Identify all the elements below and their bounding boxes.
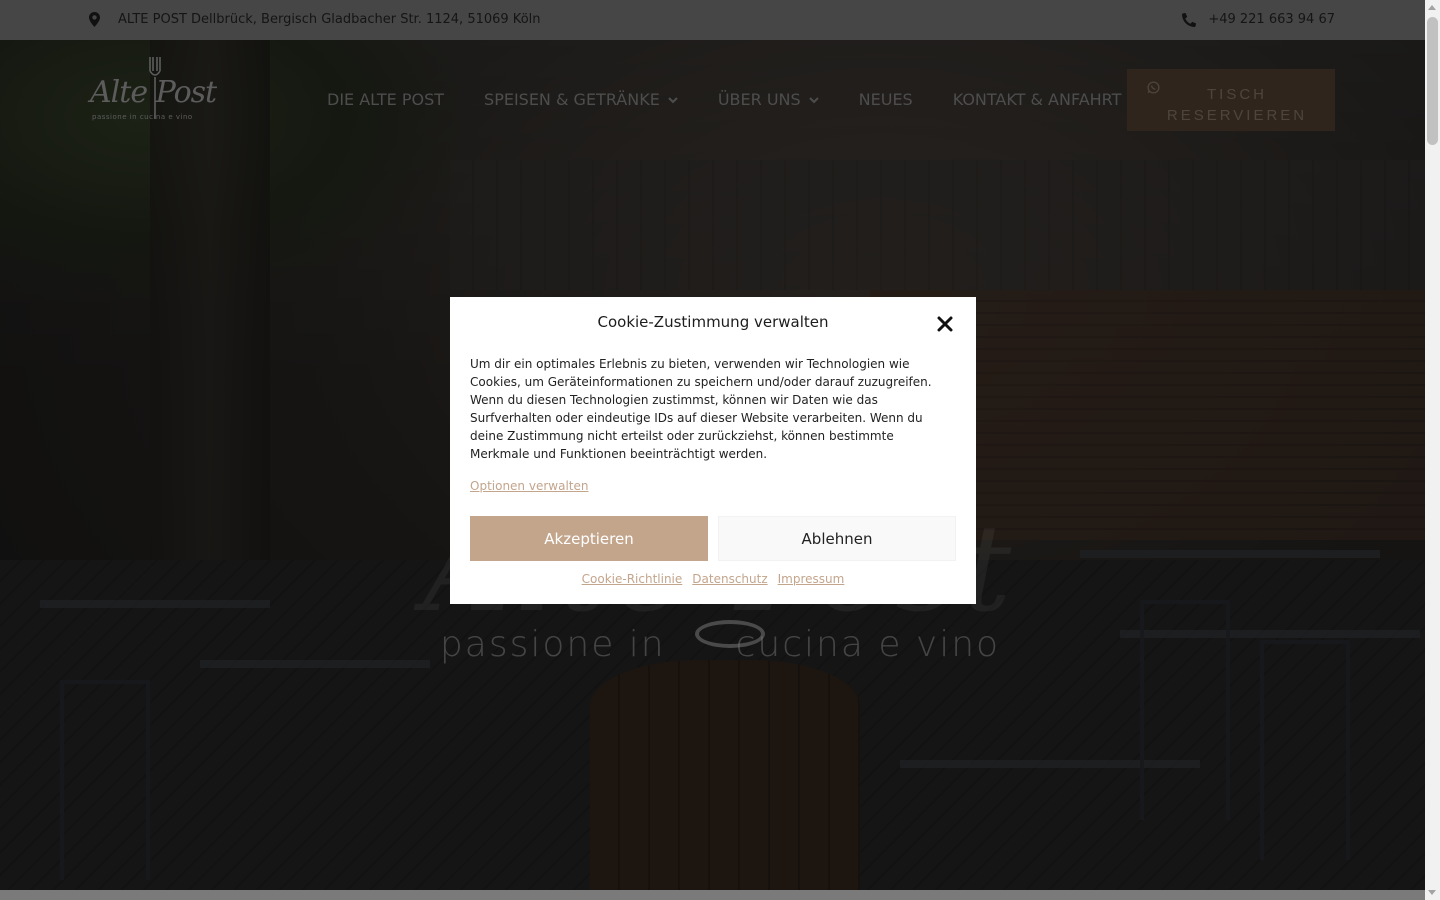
vertical-scrollbar[interactable] xyxy=(1425,0,1440,900)
privacy-link[interactable]: Datenschutz xyxy=(692,572,767,586)
close-icon[interactable] xyxy=(936,315,954,333)
scrollbar-thumb[interactable] xyxy=(1427,17,1438,145)
cookie-footer-links: Cookie-Richtlinie Datenschutz Impressum xyxy=(450,572,976,586)
accept-button[interactable]: Akzeptieren xyxy=(470,516,708,561)
cookie-consent-dialog: Cookie-Zustimmung verwalten Um dir ein o… xyxy=(450,297,976,604)
scroll-down-arrow-icon[interactable] xyxy=(1428,890,1436,895)
cookie-dialog-title: Cookie-Zustimmung verwalten xyxy=(597,313,829,331)
manage-options-link[interactable]: Optionen verwalten xyxy=(470,479,588,493)
scroll-up-arrow-icon[interactable] xyxy=(1428,5,1436,10)
bottom-strip xyxy=(0,890,1425,900)
cookie-dialog-text: Um dir ein optimales Erlebnis zu bieten,… xyxy=(470,357,932,461)
deny-button[interactable]: Ablehnen xyxy=(718,516,956,561)
cookie-policy-link[interactable]: Cookie-Richtlinie xyxy=(582,572,683,586)
imprint-link[interactable]: Impressum xyxy=(778,572,845,586)
